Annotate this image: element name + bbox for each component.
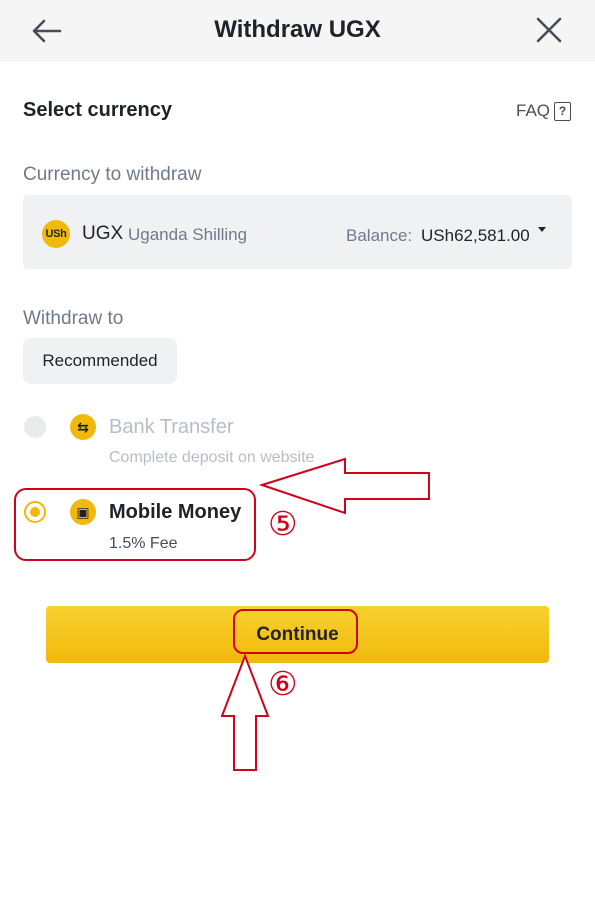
step5-arrow-icon — [258, 457, 430, 515]
annotation-arrows — [220, 457, 430, 771]
step6-arrow-icon — [220, 653, 270, 771]
